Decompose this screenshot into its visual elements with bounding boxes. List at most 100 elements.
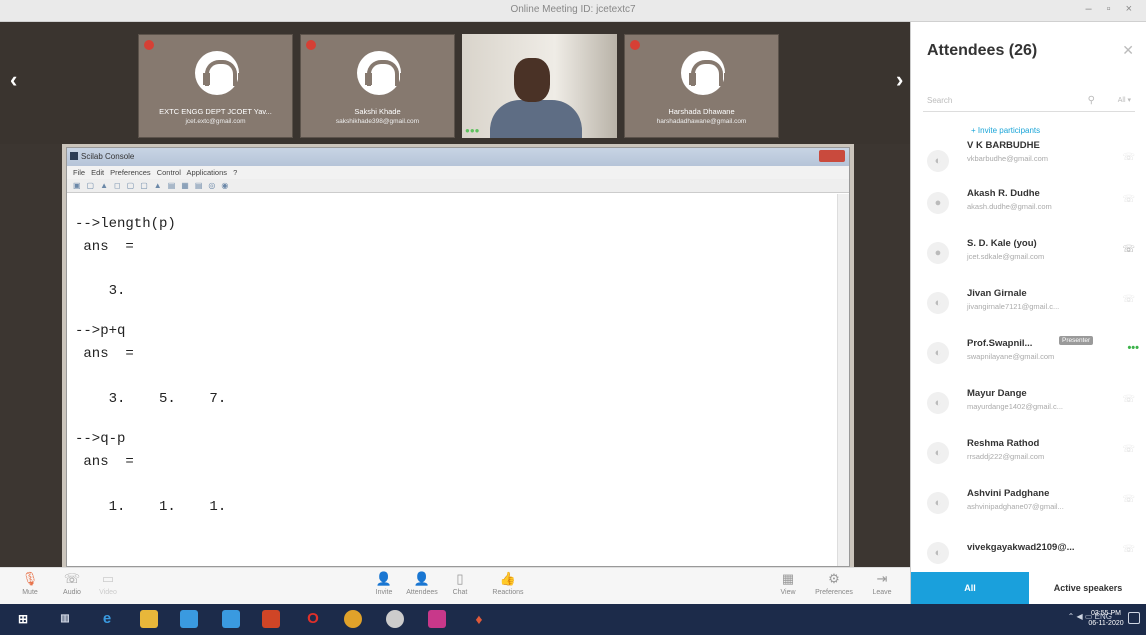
attendee-row[interactable]: ◐ Ashvini Padghane ashvinipadghane07@gma… [911,480,1146,530]
notification-icon[interactable] [1128,612,1140,624]
attendees-button[interactable]: 👤 Attendees [402,571,442,596]
participant-tile[interactable]: EXTC ENGG DEPT JCOET Yav... jcet.extc@gm… [138,34,293,138]
invite-participants-link[interactable]: + Invite participants [971,126,1040,135]
preferences-button[interactable]: ⚙ Preferences [814,571,854,596]
headset-icon: ◐ [927,492,949,514]
attendee-email: mayurdange1402@gmail.c... [967,402,1063,411]
attendee-row[interactable]: ◐ Mayur Dange mayurdange1402@gmail.c... … [911,380,1146,430]
console-line: -->length(p) [75,216,176,232]
shared-screen: Scilab Console File Edit Preferences Con… [62,144,854,567]
close-icon[interactable] [819,150,845,162]
chrome-icon[interactable] [344,610,362,628]
attendee-name: Ashvini Padghane [967,488,1050,499]
participant-name: Sakshi Khade [354,107,401,116]
attendee-row[interactable]: ◐ Jivan Girnale jivangirnale7121@gmail.c… [911,280,1146,330]
store-icon[interactable] [180,610,198,628]
close-icon[interactable]: ✕ [1122,42,1134,59]
attendee-row[interactable]: ● S. D. Kale (you) jcet.sdkale@gmail.com… [911,230,1146,280]
file-explorer-icon[interactable] [140,610,158,628]
window-titlebar: Online Meeting ID: jcetextc7 – ▫ × [0,0,1146,22]
drop-icon[interactable]: ♦ [470,610,488,628]
view-button[interactable]: ▦ View [768,571,808,596]
headset-avatar-icon [681,51,731,95]
scilab-icon [70,152,78,160]
console-scrollbar[interactable] [837,194,849,566]
console-line: ans = [75,239,134,255]
taskbar-clock[interactable]: 03:55 PM 06-11-2020 [1086,609,1126,629]
attendee-row[interactable]: ◐ Prof.Swapnil... Presenter swapnilayane… [911,330,1146,380]
panel-title: Attendees (26) [927,42,1038,59]
phone-icon: ☏ [1122,194,1135,205]
filter-dropdown[interactable]: All ▾ [1118,96,1131,104]
task-view-icon[interactable]: ▥ [56,610,74,628]
attendee-row[interactable]: ● Akash R. Dudhe akash.dudhe@gmail.com ☏ [911,180,1146,230]
mail-icon[interactable] [222,610,240,628]
attendee-email: jcet.sdkale@gmail.com [967,252,1045,261]
audio-button[interactable]: ☏ Audio [52,571,92,596]
muted-mic-icon [144,40,154,50]
leave-button[interactable]: ⇥ Leave [862,571,902,596]
phone-icon: ☏ [1122,244,1135,255]
tab-all[interactable]: All [911,572,1029,604]
invite-button[interactable]: 👤 Invite [364,571,404,596]
chat-button[interactable]: ▯ Chat [440,571,480,596]
attendee-email: ashvinipadghane07@gmail... [967,502,1064,511]
participant-tile[interactable]: Sakshi Khade sakshikhade398@gmail.com [300,34,455,138]
attendee-name: Prof.Swapnil... [967,338,1033,349]
windows-start-icon[interactable]: ⊞ [14,610,32,628]
microphone-icon: 🎙 [21,571,39,586]
gear-icon: ⚙ [828,571,840,586]
attendee-name: Reshma Rathod [967,438,1040,449]
participant-tile[interactable]: Harshada Dhawane harshadadhawane@gmail.c… [624,34,779,138]
app-icon[interactable] [428,610,446,628]
console-line: ans = [75,346,134,362]
opera-icon[interactable]: O [304,610,322,628]
presenter-badge: Presenter [1059,336,1094,345]
phone-icon: ☏ [1122,494,1135,505]
thumbs-up-icon: 👍 [499,571,517,586]
reactions-button[interactable]: 👍 Reactions [488,571,528,596]
webex-icon[interactable] [386,610,404,628]
windows-taskbar: ⊞ ▥ e O ♦ ⌃ ◀ ▭ ENG 03:55 PM 06-11-2020 [0,604,1146,635]
attendee-email: jivangirnale7121@gmail.c... [967,302,1060,311]
attendee-name: S. D. Kale (you) [967,238,1037,249]
search-placeholder: Search [927,96,953,105]
next-participants-button[interactable]: › [896,67,903,93]
search-icon: ⚲ [1087,95,1095,106]
console-line: 1. 1. 1. [75,499,227,515]
meeting-stage: ‹ › EXTC ENGG DEPT JCOET Yav... jcet.ext… [0,22,910,567]
headset-icon: ◐ [927,392,949,414]
window-controls[interactable]: – ▫ × [1085,3,1138,15]
tab-active-speakers[interactable]: Active speakers [1029,572,1146,604]
console-line: ans = [75,454,134,470]
more-icon[interactable]: ●●● [465,126,480,135]
presenter-head [514,58,550,102]
add-user-icon: 👤 [375,571,393,586]
attendee-row[interactable]: ◐ Reshma Rathod rrsaddj222@gmail.com ☏ [911,430,1146,480]
headset-icon: ◐ [927,542,949,564]
powerpoint-icon[interactable] [262,610,280,628]
search-input[interactable]: Search ⚲ All ▾ [923,90,1135,112]
more-options-icon[interactable]: ••• [1127,342,1139,354]
console-line: 3. 5. 7. [75,391,227,407]
headset-avatar-icon [195,51,245,95]
app-menubar[interactable]: File Edit Preferences Control Applicatio… [67,166,849,179]
app-titlebar: Scilab Console [67,148,849,166]
previous-participants-button[interactable]: ‹ [10,67,17,93]
participant-name: EXTC ENGG DEPT JCOET Yav... [159,107,272,116]
attendee-email: swapnilayane@gmail.com [967,352,1055,361]
muted-mic-icon [630,40,640,50]
headset-icon: ◐ [927,442,949,464]
edge-icon[interactable]: e [98,610,116,628]
video-button[interactable]: ▭ Video [88,571,128,596]
presenter-video[interactable]: ●●● [462,34,617,138]
console-output[interactable]: -->length(p) ans = 3. -->p+q ans = 3. 5.… [67,194,837,566]
user-icon: ● [927,242,949,264]
attendee-name: Jivan Girnale [967,288,1027,299]
participant-email: harshadadhawane@gmail.com [656,118,747,125]
console-line: -->q-p [75,431,126,447]
mute-button[interactable]: 🎙 Mute [10,571,50,596]
attendee-tabs: All Active speakers [911,572,1146,604]
app-toolbar[interactable]: ▣▢▲◻▢▢▲▤▦▤◎◉ [67,179,849,193]
phone-icon: ☏ [1122,394,1135,405]
